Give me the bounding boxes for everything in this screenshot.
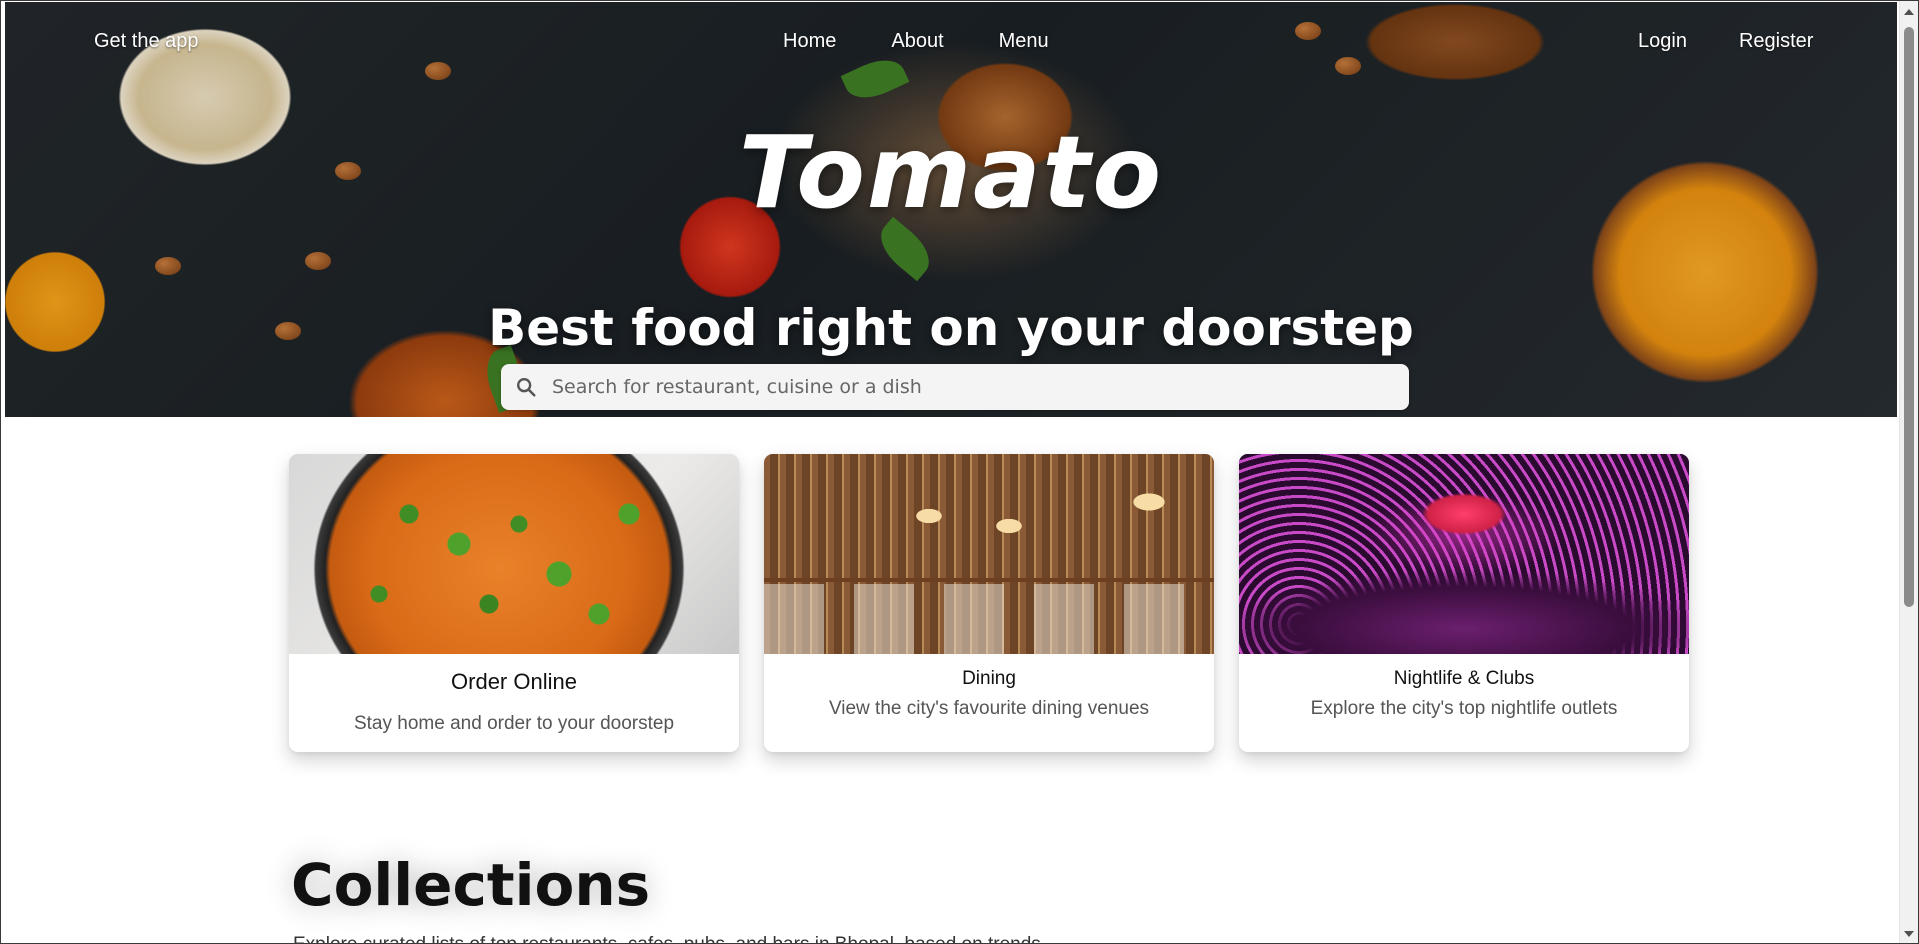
main-nav: Home About Menu bbox=[783, 30, 1049, 53]
hero-tagline: Best food right on your doorstep bbox=[488, 299, 1414, 357]
dining-image bbox=[764, 454, 1214, 654]
service-cards: Order Online Stay home and order to your… bbox=[289, 454, 1689, 752]
collections-heading: Collections bbox=[291, 851, 651, 919]
hero-banner: Get the app Home About Menu Login Regist… bbox=[5, 2, 1897, 417]
scroll-thumb[interactable] bbox=[1904, 27, 1914, 607]
get-app-link[interactable]: Get the app bbox=[94, 30, 199, 53]
collections-description: Explore curated lists of top restaurants… bbox=[293, 934, 1041, 943]
card-order-online[interactable]: Order Online Stay home and order to your… bbox=[289, 454, 739, 752]
card-title: Order Online bbox=[451, 669, 577, 694]
nav-about-link[interactable]: About bbox=[891, 30, 943, 53]
search-bar[interactable] bbox=[501, 364, 1409, 410]
nav-menu-link[interactable]: Menu bbox=[999, 30, 1049, 53]
scroll-up-arrow-icon[interactable] bbox=[1904, 9, 1914, 15]
login-link[interactable]: Login bbox=[1638, 30, 1687, 53]
register-link[interactable]: Register bbox=[1739, 30, 1813, 53]
brand-logo: Tomato bbox=[738, 114, 1164, 231]
card-description: Stay home and order to your doorstep bbox=[353, 713, 675, 734]
nav-home-link[interactable]: Home bbox=[783, 30, 836, 53]
vertical-scrollbar[interactable] bbox=[1899, 1, 1918, 943]
scroll-down-arrow-icon[interactable] bbox=[1904, 931, 1914, 937]
card-title: Nightlife & Clubs bbox=[1393, 668, 1535, 689]
card-description: View the city's favourite dining venues bbox=[828, 698, 1150, 719]
card-dining[interactable]: Dining View the city's favourite dining … bbox=[764, 454, 1214, 752]
card-title: Dining bbox=[962, 668, 1016, 689]
auth-nav: Login Register bbox=[1638, 30, 1813, 53]
search-icon bbox=[514, 375, 538, 399]
card-nightlife[interactable]: Nightlife & Clubs Explore the city's top… bbox=[1239, 454, 1689, 752]
browser-viewport: Get the app Home About Menu Login Regist… bbox=[0, 0, 1919, 944]
nightlife-image bbox=[1239, 454, 1689, 654]
search-input[interactable] bbox=[552, 376, 1392, 398]
card-description: Explore the city's top nightlife outlets bbox=[1310, 698, 1618, 719]
order-online-image bbox=[289, 454, 739, 654]
